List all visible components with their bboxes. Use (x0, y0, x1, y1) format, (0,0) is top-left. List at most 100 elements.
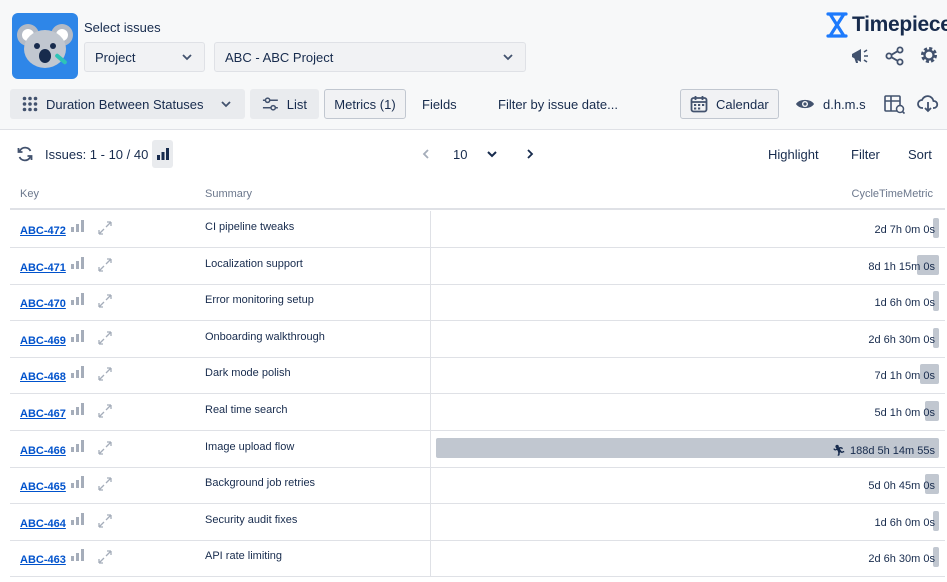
issue-chart-icon[interactable] (71, 512, 85, 525)
expand-arrows-icon[interactable] (96, 475, 114, 493)
column-header-summary[interactable]: Summary (205, 188, 252, 200)
issue-chart-icon[interactable] (71, 293, 85, 306)
time-format-button[interactable]: d.h.m.s (795, 89, 866, 119)
chevron-down-icon (221, 101, 231, 108)
metrics-button[interactable]: Metrics (1) (324, 89, 406, 119)
select-issues-label: Select issues (84, 20, 161, 35)
expand-arrows-icon[interactable] (96, 402, 114, 420)
issue-key-link[interactable]: ABC-471 (20, 262, 66, 274)
koala-app-logo (12, 13, 78, 79)
time-format-label: d.h.m.s (823, 96, 866, 112)
issue-chart-icon[interactable] (71, 476, 85, 489)
table-row: ABC-464 Security audit fixes 1d 6h 0m 0s (10, 503, 945, 541)
project-select-dropdown[interactable]: ABC - ABC Project (214, 42, 526, 72)
table-row: ABC-465 Background job retries 5d 0h 45m 0… (10, 467, 945, 505)
page-size-value[interactable]: 10 (453, 147, 467, 162)
cloud-download-icon[interactable] (917, 92, 939, 114)
expand-arrows-icon[interactable] (96, 439, 114, 457)
issue-chart-icon[interactable] (71, 549, 85, 562)
list-view-button[interactable]: List (250, 89, 319, 119)
chevron-down-icon[interactable] (485, 147, 499, 161)
issue-chart-icon[interactable] (71, 403, 85, 415)
project-type-dropdown[interactable]: Project (84, 42, 205, 72)
running-person-icon: 🏃︎ (832, 444, 846, 457)
settings-gear-icon[interactable] (918, 44, 940, 66)
expand-arrows-icon[interactable] (96, 256, 114, 274)
issue-summary: Error monitoring setup (205, 294, 314, 307)
issue-key-link[interactable]: ABC-468 (20, 371, 66, 383)
table-view-icon[interactable] (883, 93, 905, 115)
issue-chart-icon[interactable] (71, 329, 85, 342)
previous-page-icon[interactable] (419, 147, 433, 161)
sliders-icon (262, 97, 278, 111)
fields-button[interactable]: Fields (422, 89, 457, 119)
report-type-dropdown[interactable]: Duration Between Statuses (10, 89, 245, 119)
table-row: ABC-467 Real time search 5d 1h 0m 0s (10, 394, 945, 431)
cycle-time-text: 1d 6h 0m 0s (874, 516, 935, 529)
timepiece-logo-icon (826, 12, 848, 38)
issue-chart-icon[interactable] (71, 439, 85, 452)
cycle-time-value: 5d 1h 0m 0s (874, 407, 935, 419)
column-header-key[interactable]: Key (20, 188, 39, 200)
table-row: ABC-470 Error monitoring setup 1d 6h 0m 0s (10, 284, 945, 322)
chevron-down-icon (503, 54, 513, 61)
column-divider (430, 503, 431, 541)
refresh-icon[interactable] (16, 145, 34, 163)
issue-summary: Real time search (205, 404, 288, 416)
chart-toggle-button[interactable] (152, 140, 173, 168)
calendar-button[interactable]: Calendar (680, 89, 779, 119)
issue-key-link[interactable]: ABC-465 (20, 481, 66, 493)
issue-chart-icon[interactable] (71, 366, 85, 379)
issue-summary: Localization support (205, 257, 303, 270)
table-row: ABC-471 Localization support 8d 1h 15m 0s (10, 247, 945, 285)
issue-key-link[interactable]: ABC-472 (20, 225, 66, 237)
column-divider (430, 284, 431, 322)
column-header-cycle-time[interactable]: CycleTimeMetric (852, 188, 934, 200)
issue-key-link[interactable]: ABC-464 (20, 518, 66, 530)
next-page-icon[interactable] (523, 147, 537, 161)
cycle-time-text: 5d 1h 0m 0s (874, 407, 935, 419)
eye-icon (796, 99, 814, 109)
cycle-time-value: 7d 1h 0m 0s (874, 370, 935, 382)
issue-key-link[interactable]: ABC-470 (20, 298, 66, 310)
cycle-time-value: 2d 6h 30m 0s (868, 334, 935, 346)
top-header: Select issues Project ABC - ABC Project … (0, 0, 947, 130)
column-divider (430, 357, 431, 395)
issue-key-link[interactable]: ABC-469 (20, 335, 66, 347)
filter-by-issue-date-button[interactable]: Filter by issue date... (498, 89, 618, 119)
cycle-time-value: 1d 6h 0m 0s (874, 517, 935, 529)
issue-key-link[interactable]: ABC-463 (20, 554, 66, 566)
cycle-time-text: 7d 1h 0m 0s (874, 370, 935, 383)
sort-button[interactable]: Sort (908, 147, 932, 162)
table-row: ABC-468 Dark mode polish 7d 1h 0m 0s (10, 357, 945, 395)
expand-arrows-icon[interactable] (96, 292, 114, 310)
expand-arrows-icon[interactable] (96, 548, 114, 566)
issue-summary: Dark mode polish (205, 367, 291, 380)
timepiece-brand: Timepiece (826, 12, 947, 38)
issue-chart-icon[interactable] (71, 220, 85, 232)
share-icon[interactable] (884, 45, 906, 67)
issue-summary: Security audit fixes (205, 513, 298, 526)
announcement-megaphone-icon[interactable] (849, 45, 871, 67)
expand-arrows-icon[interactable] (96, 365, 114, 383)
column-divider (430, 467, 431, 505)
cycle-time-value: 2d 6h 30m 0s (868, 553, 935, 565)
issue-key-link[interactable]: ABC-467 (20, 408, 66, 420)
list-view-label: List (286, 96, 307, 112)
calendar-icon (690, 96, 708, 113)
cycle-time-text: 2d 7h 0m 0s (874, 224, 935, 236)
grid-icon (22, 96, 38, 112)
calendar-label: Calendar (716, 96, 769, 112)
table-row: ABC-466 Image upload flow 🏃︎ 188d 5h 14m 55… (10, 430, 945, 468)
fields-label: Fields (422, 96, 457, 112)
cycle-time-text: 2d 6h 30m 0s (868, 553, 935, 566)
issue-key-link[interactable]: ABC-466 (20, 445, 66, 457)
expand-arrows-icon[interactable] (96, 219, 114, 237)
expand-arrows-icon[interactable] (96, 329, 114, 347)
issue-chart-icon[interactable] (71, 256, 85, 269)
cycle-time-text: 2d 6h 30m 0s (868, 333, 935, 346)
column-divider (430, 320, 431, 358)
filter-button[interactable]: Filter (851, 147, 880, 162)
highlight-button[interactable]: Highlight (768, 147, 819, 162)
expand-arrows-icon[interactable] (96, 512, 114, 530)
